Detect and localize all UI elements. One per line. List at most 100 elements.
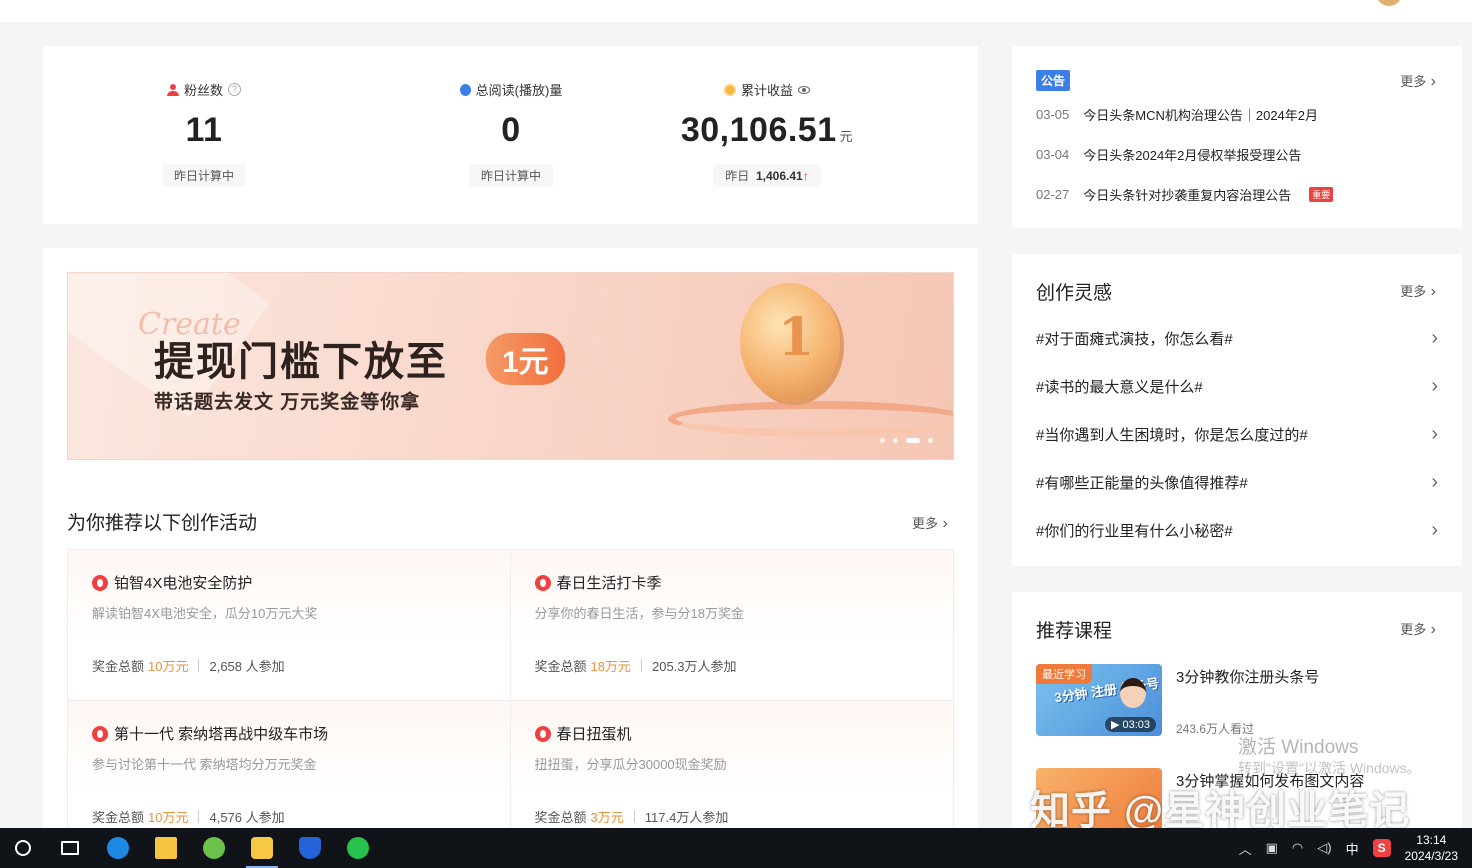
fans-icon (166, 83, 179, 96)
topic-item[interactable]: #你们的行业里有什么小秘密# › (1036, 519, 1438, 542)
wifi-icon[interactable]: ◠ (1292, 840, 1303, 856)
notice-text: 今日头条2024年2月侵权举报受理公告 (1083, 148, 1302, 163)
reads-icon (459, 83, 471, 96)
chevron-right-icon: › (1431, 327, 1438, 349)
notice-item[interactable]: 03-04 今日头条2024年2月侵权举报受理公告 (1036, 145, 1301, 164)
important-badge: 重要 (1309, 187, 1334, 202)
chevron-right-icon: › (1431, 519, 1438, 541)
topic-item[interactable]: #当你遇到人生困境时，你是怎么度过的# › (1036, 423, 1438, 446)
promo-banner[interactable]: Create 提现门槛下放至 1元 带话题去发文 万元奖金等你拿 1 (67, 272, 954, 460)
network-icon[interactable]: ▣ (1266, 840, 1278, 856)
activity-card[interactable]: 第十一代 索纳塔再战中级车市场 参与讨论第十一代 索纳塔均分万元奖金 奖金总额 1… (68, 701, 511, 828)
avatar[interactable] (1376, 0, 1402, 6)
chevron-right-icon: › (1431, 471, 1438, 493)
earnings-value: 30,106.51 元 (680, 111, 854, 149)
reads-foot: 昨日计算中 (468, 164, 553, 187)
activity-meta: 奖金总额 10万元 2,658 人参加 (92, 656, 486, 675)
topic-item[interactable]: #对于面瘫式演技，你怎么看# › (1036, 327, 1438, 350)
stats-card: 粉丝数 ? 11 昨日计算中 总阅读(播放)量 0 昨日计算中 累计收益 30,… (43, 46, 978, 224)
earnings-unit: 元 (839, 129, 854, 144)
wechat-icon[interactable] (334, 828, 382, 868)
earnings-stat: 累计收益 30,106.51 元 昨日 1,406.41↑ (642, 46, 892, 187)
clock[interactable]: 13:14 2024/3/23 (1405, 832, 1458, 864)
activity-participants: 2,658 人参加 (209, 659, 285, 674)
coin-number: 1 (778, 307, 815, 368)
notice-text: 今日头条MCN机构治理公告｜2024年2月 (1083, 108, 1319, 123)
notice-card: 公告 更多 03-05 今日头条MCN机构治理公告｜2024年2月 03-04 … (1012, 46, 1462, 228)
inspiration-more-link[interactable]: 更多 (1400, 281, 1436, 301)
course-title[interactable]: 3分钟教你注册头条号 (1176, 666, 1319, 687)
activity-prize: 10万元 (148, 659, 189, 674)
topic-item[interactable]: #有哪些正能量的头像值得推荐# › (1036, 471, 1438, 494)
fire-icon (534, 574, 551, 591)
volume-icon[interactable]: ◁) (1317, 840, 1331, 856)
inspiration-title: 创作灵感 (1036, 283, 1113, 304)
task-view-icon[interactable] (46, 828, 94, 868)
activities-more-link[interactable]: 更多 (912, 513, 948, 533)
activity-desc: 参与讨论第十一代 索纳塔均分万元奖金 (92, 757, 317, 772)
activity-desc: 扭扭蛋，分享瓜分30000现金奖励 (534, 757, 727, 772)
top-bar (0, 0, 1472, 22)
notice-item[interactable]: 03-05 今日头条MCN机构治理公告｜2024年2月 (1036, 105, 1318, 124)
activity-card[interactable]: 春日生活打卡季 分享你的春日生活，参与分18万奖金 奖金总额 18万元 205.3… (510, 550, 953, 701)
activity-card[interactable]: 春日扭蛋机 扭扭蛋，分享瓜分30000现金奖励 奖金总额 3万元 117.4万人参… (510, 701, 953, 828)
fire-icon (92, 574, 108, 591)
banner-headline: 提现门槛下放至 (154, 340, 448, 384)
earnings-foot: 昨日 1,406.41↑ (713, 164, 821, 187)
notice-date: 02-27 (1036, 187, 1070, 202)
notice-text: 今日头条针对抄袭重复内容治理公告 (1083, 188, 1292, 203)
chevron-up-icon[interactable]: ︿ (1239, 839, 1252, 858)
ime-indicator[interactable]: 中 (1346, 839, 1359, 858)
carousel-dot[interactable] (893, 438, 898, 443)
notice-date: 03-05 (1036, 107, 1070, 122)
fire-icon (92, 725, 108, 742)
fire-icon (534, 725, 551, 742)
course-thumbnail[interactable]: 最近学习 3分钟 注册 头条号 ▶ 03:03 (1036, 664, 1162, 736)
activity-participants: 117.4万人参加 (644, 810, 729, 825)
shield-app-icon[interactable] (286, 828, 334, 868)
notice-more-link[interactable]: 更多 (1400, 71, 1436, 91)
sogou-icon[interactable]: S (1372, 839, 1391, 857)
activity-prize: 3万元 (590, 810, 624, 825)
activity-meta: 奖金总额 10万元 4,576 人参加 (92, 807, 486, 826)
coin-icon (723, 83, 736, 96)
fans-value: 11 (185, 111, 223, 149)
activity-participants: 4,576 人参加 (209, 810, 285, 825)
help-icon[interactable]: ? (228, 83, 241, 96)
carousel-dots[interactable] (880, 438, 933, 443)
carousel-dot[interactable] (880, 438, 885, 443)
activity-title: 第十一代 索纳塔再战中级车市场 (114, 726, 329, 743)
search-circle-icon (15, 840, 31, 856)
fans-stat: 粉丝数 ? 11 昨日计算中 (79, 46, 329, 187)
inspiration-card: 创作灵感 更多 #对于面瘫式演技，你怎么看#› #读书的最大意义是什么#› #当… (1012, 254, 1462, 566)
start-button[interactable] (0, 828, 46, 868)
m-app-icon[interactable] (238, 828, 286, 868)
activity-desc: 分享你的春日生活，参与分18万奖金 (534, 606, 744, 621)
fans-label: 粉丝数 (183, 83, 223, 98)
topic-item[interactable]: #读书的最大意义是什么# › (1036, 375, 1438, 398)
activity-title: 铂智4X电池安全防护 (114, 575, 253, 592)
notice-item[interactable]: 02-27 今日头条针对抄袭重复内容治理公告 重要 (1036, 185, 1334, 204)
activity-meta: 奖金总额 3万元 117.4万人参加 (535, 807, 930, 826)
carousel-dot[interactable] (928, 438, 933, 443)
carousel-dot-active[interactable] (906, 438, 920, 443)
activity-desc: 解读铂智4X电池安全，瓜分10万元大奖 (92, 606, 318, 621)
green-browser-icon[interactable] (190, 828, 238, 868)
trend-up-icon: ↑ (802, 169, 809, 183)
windows-activation-watermark: 激活 Windows (1238, 737, 1359, 758)
banner-platform (668, 401, 953, 437)
notice-tag: 公告 (1036, 70, 1071, 91)
windows-taskbar: ︿ ▣ ◠ ◁) 中 S 13:14 2024/3/23 (0, 828, 1472, 868)
file-explorer-icon[interactable] (142, 828, 190, 868)
banner-pill: 1元 (486, 333, 565, 385)
activities-title: 为你推荐以下创作活动 (67, 513, 258, 534)
courses-more-link[interactable]: 更多 (1400, 619, 1436, 639)
reads-value: 0 (501, 111, 521, 149)
activity-card[interactable]: 铂智4X电池安全防护 解读铂智4X电池安全，瓜分10万元大奖 奖金总额 10万元 … (68, 550, 511, 701)
banner-subline: 带话题去发文 万元奖金等你拿 (154, 392, 421, 413)
presenter-avatar (1120, 678, 1146, 708)
reads-label: 总阅读(播放)量 (475, 83, 563, 98)
activity-meta: 奖金总额 18万元 205.3万人参加 (535, 656, 930, 675)
eye-icon[interactable] (798, 85, 810, 94)
edge-icon[interactable] (94, 828, 142, 868)
